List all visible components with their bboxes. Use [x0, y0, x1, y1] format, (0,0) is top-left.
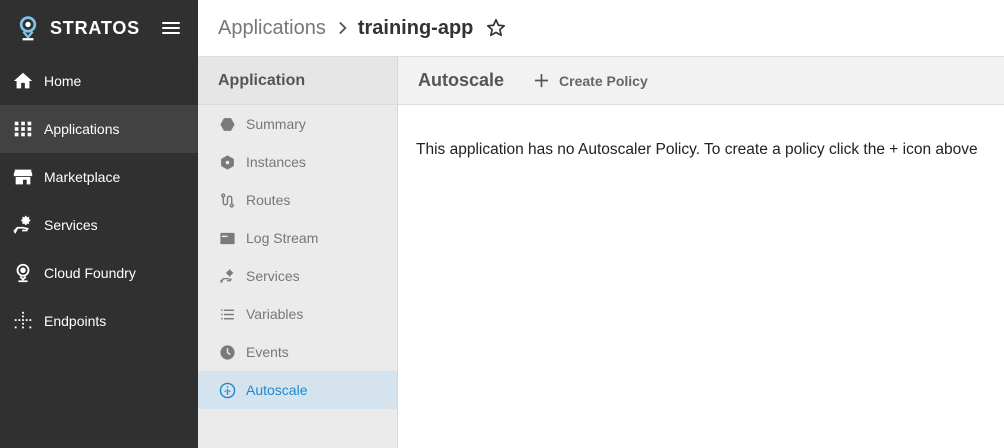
chevron-right-icon	[338, 20, 349, 36]
subnav-item-summary[interactable]: Summary	[198, 105, 397, 143]
sidebar-item-label: Applications	[44, 121, 120, 137]
sidebar-item-label: Services	[44, 217, 98, 233]
subnav-item-label: Events	[246, 344, 289, 360]
subnav-item-label: Services	[246, 268, 300, 284]
favorite-star-icon[interactable]	[485, 17, 507, 39]
hamburger-icon-bar	[162, 32, 180, 34]
page-header: Applications training-app	[198, 0, 1004, 57]
hamburger-icon-bar	[162, 27, 180, 29]
clock-icon	[218, 343, 236, 361]
page-title: training-app	[357, 16, 474, 39]
empty-state-message: This application has no Autoscaler Polic…	[416, 141, 978, 158]
subnav-title: Application	[198, 57, 397, 105]
main-content: Autoscale Create Policy This application…	[398, 57, 1004, 448]
subnav-item-events[interactable]: Events	[198, 333, 397, 371]
sidebar-item-services[interactable]: Services	[0, 201, 198, 249]
hamburger-icon	[162, 22, 180, 24]
brand-header: STRATOS	[0, 0, 198, 57]
subnav-item-variables[interactable]: Variables	[198, 295, 397, 333]
subnav-item-label: Instances	[246, 154, 306, 170]
apps-grid-icon	[11, 117, 35, 141]
plus-icon	[532, 72, 550, 90]
section-title: Autoscale	[418, 70, 505, 90]
subnav-item-log-stream[interactable]: Log Stream	[198, 219, 397, 257]
sidebar-item-label: Home	[44, 73, 82, 89]
autoscale-icon	[218, 381, 236, 399]
subnav-item-label: Log Stream	[246, 230, 319, 246]
subnav-item-label: Variables	[246, 306, 304, 322]
stratos-logo-icon	[17, 15, 39, 43]
create-policy-label: Create Policy	[559, 72, 648, 89]
list-icon	[218, 305, 236, 323]
sidebar-item-label: Endpoints	[44, 313, 107, 329]
log-stream-icon	[218, 229, 236, 247]
menu-toggle-button[interactable]	[162, 20, 180, 36]
service-hand-icon	[218, 267, 236, 285]
endpoints-icon	[11, 309, 35, 333]
sidebar-item-label: Marketplace	[44, 169, 121, 185]
brand-name: STRATOS	[50, 18, 140, 38]
sidebar-item-label: Cloud Foundry	[44, 265, 136, 281]
subnav-item-label: Summary	[246, 116, 306, 132]
subnav-item-label: Routes	[246, 192, 291, 208]
sidebar-item-home[interactable]: Home	[0, 57, 198, 105]
sidebar-item-applications[interactable]: Applications	[0, 105, 198, 153]
content-toolbar: Autoscale Create Policy	[398, 57, 1004, 105]
service-hand-icon	[11, 213, 35, 237]
side-navigation: STRATOS Home Applications Marketplace Se…	[0, 0, 198, 448]
sidebar-item-marketplace[interactable]: Marketplace	[0, 153, 198, 201]
application-subnav: Application Summary Instances Routes Log…	[198, 57, 398, 448]
cloud-foundry-icon	[11, 261, 35, 285]
subnav-item-instances[interactable]: Instances	[198, 143, 397, 181]
sidebar-item-endpoints[interactable]: Endpoints	[0, 297, 198, 345]
instance-icon	[218, 153, 236, 171]
sidebar-item-cloud-foundry[interactable]: Cloud Foundry	[0, 249, 198, 297]
create-policy-button[interactable]: Create Policy	[532, 72, 648, 90]
subnav-item-routes[interactable]: Routes	[198, 181, 397, 219]
subnav-item-autoscale[interactable]: Autoscale	[198, 371, 397, 409]
routes-icon	[218, 191, 236, 209]
home-icon	[11, 69, 35, 93]
subnav-item-label: Autoscale	[246, 382, 308, 398]
hexagon-icon	[218, 115, 236, 133]
store-icon	[11, 165, 35, 189]
breadcrumb-applications-link[interactable]: Applications	[218, 17, 326, 40]
subnav-item-services[interactable]: Services	[198, 257, 397, 295]
